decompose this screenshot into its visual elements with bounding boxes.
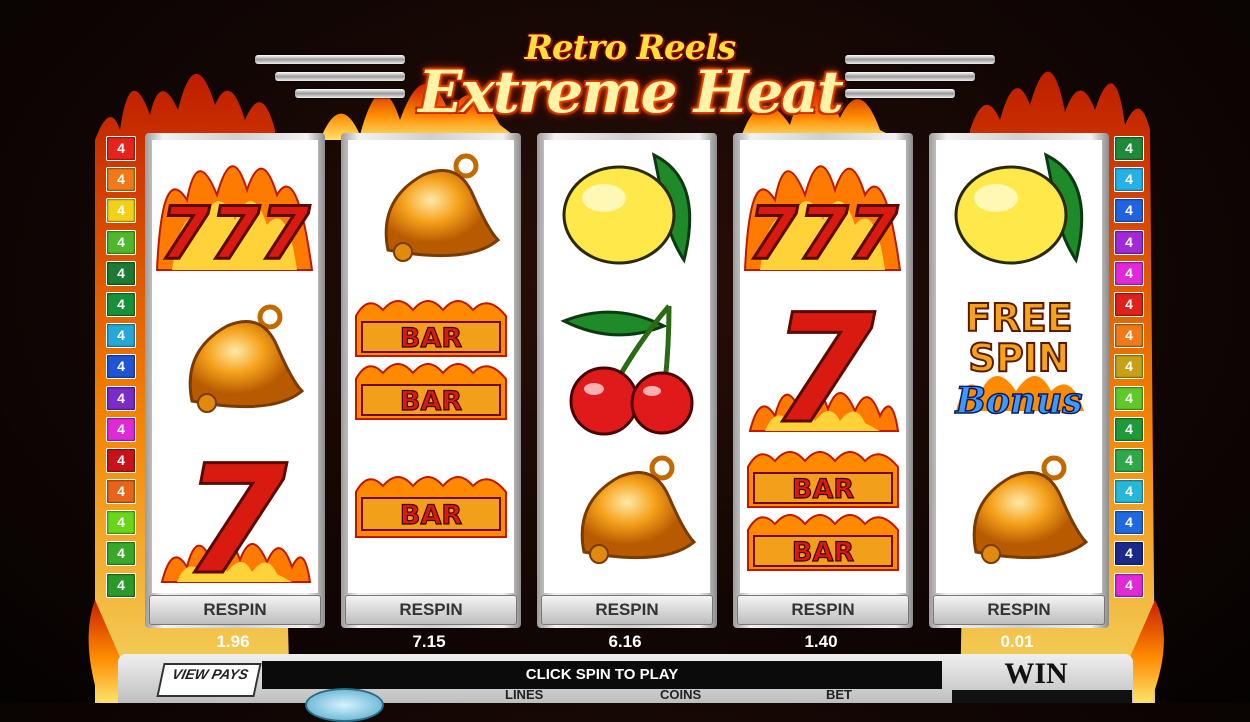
payline-marker[interactable]: 4 [1114,323,1144,349]
triple-seven-icon: 777 [740,140,906,290]
payline-marker[interactable]: 4 [106,447,136,473]
respin-button[interactable]: RESPIN [737,595,909,625]
paylines-right: 4 4 4 4 4 4 4 4 4 4 4 4 4 4 4 [1114,136,1144,604]
payline-marker[interactable]: 4 [1114,447,1144,473]
respin-button[interactable]: RESPIN [933,595,1105,625]
respin-cost: 1.40 [804,632,838,651]
double-bar-icon: BAR BAR [740,442,906,592]
bell-icon [544,442,710,592]
respin-cost: 7.15 [412,632,446,651]
svg-text:7: 7 [183,442,288,592]
payline-marker[interactable]: 4 [106,416,136,442]
payline-marker[interactable]: 4 [1114,354,1144,380]
win-label: WIN [1004,657,1068,690]
lemon-icon [544,140,710,290]
respin-cost: 0.01 [1000,632,1034,651]
svg-text:BAR: BAR [400,323,462,354]
svg-text:BAR: BAR [792,474,854,505]
payline-marker[interactable]: 4 [1114,541,1144,567]
svg-text:BAR: BAR [400,386,462,417]
payline-marker[interactable]: 4 [106,167,136,193]
svg-text:BAR: BAR [792,537,854,568]
payline-marker[interactable]: 4 [106,260,136,286]
svg-text:777: 777 [748,191,898,275]
payline-marker[interactable]: 4 [1114,136,1144,161]
payline-marker[interactable]: 4 [1114,385,1144,411]
payline-marker[interactable]: 4 [1114,291,1144,317]
reel-window: 777 7 [152,140,318,593]
reel-1: 777 7 RESPIN [145,133,325,628]
reel-window: FREE SPIN Bonus [936,140,1102,593]
payline-marker[interactable]: 4 [1114,198,1144,224]
svg-text:Bonus: Bonus [954,380,1082,422]
respin-button[interactable]: RESPIN [345,595,517,625]
bet-label: BET [826,687,852,702]
logo-line-2: Extreme Heat [418,58,844,126]
lemon-icon [936,140,1102,290]
payline-marker[interactable]: 4 [1114,416,1144,442]
payline-marker[interactable]: 4 [106,541,136,567]
payline-marker[interactable]: 4 [1114,572,1144,598]
seven-icon: 7 [740,282,906,459]
payline-marker[interactable]: 4 [106,291,136,317]
cherry-icon [544,291,710,441]
payline-marker[interactable]: 4 [1114,479,1144,505]
svg-text:BAR: BAR [400,500,462,531]
bell-icon [348,140,514,290]
payline-marker[interactable]: 4 [106,198,136,224]
win-display [952,690,1132,703]
reel-5: FREE SPIN Bonus RESPIN [929,133,1109,628]
payline-marker[interactable]: 4 [1114,260,1144,286]
svg-text:777: 777 [160,191,310,275]
message-bar: CLICK SPIN TO PLAY [262,661,942,689]
reel-window: BAR BAR BAR [348,140,514,593]
triple-seven-icon: 777 [152,140,318,290]
payline-marker[interactable]: 4 [106,323,136,349]
payline-marker[interactable]: 4 [1114,167,1144,193]
coin-icon [305,688,384,722]
lines-label: LINES [505,687,544,702]
game-logo: Retro Reels Extreme Heat [390,28,870,128]
reel-2: BAR BAR BAR RESPIN [341,133,521,628]
reel-3: RESPIN [537,133,717,628]
respin-cost: 6.16 [608,632,642,651]
payline-marker[interactable]: 4 [106,136,136,161]
payline-marker[interactable]: 4 [106,479,136,505]
payline-marker[interactable]: 4 [106,510,136,536]
bell-icon [152,291,318,441]
reel-window: 777 7 BAR BAR [740,140,906,593]
view-pays-button[interactable]: VIEW PAYS [156,663,262,697]
payline-marker[interactable]: 4 [106,572,136,598]
seven-icon: 7 [152,433,318,593]
payline-marker[interactable]: 4 [106,229,136,255]
svg-text:SPIN: SPIN [968,336,1069,380]
paylines-left: 4 4 4 4 4 4 4 4 4 4 4 4 4 4 4 [106,136,136,604]
payline-marker[interactable]: 4 [1114,229,1144,255]
payline-marker[interactable]: 4 [106,385,136,411]
reel-window [544,140,710,593]
respin-button[interactable]: RESPIN [541,595,713,625]
svg-text:FREE: FREE [965,296,1072,340]
svg-text:7: 7 [771,291,876,441]
bell-icon [936,442,1102,592]
double-bar-icon: BAR BAR [348,291,514,441]
coins-label: COINS [660,687,702,702]
reel-4: 777 7 BAR BAR RESPIN [733,133,913,628]
payline-marker[interactable]: 4 [106,354,136,380]
single-bar-icon: BAR [348,442,514,592]
respin-button[interactable]: RESPIN [149,595,321,625]
free-spin-bonus-icon: FREE SPIN Bonus [936,291,1102,441]
payline-marker[interactable]: 4 [1114,510,1144,536]
respin-cost: 1.96 [216,632,250,651]
